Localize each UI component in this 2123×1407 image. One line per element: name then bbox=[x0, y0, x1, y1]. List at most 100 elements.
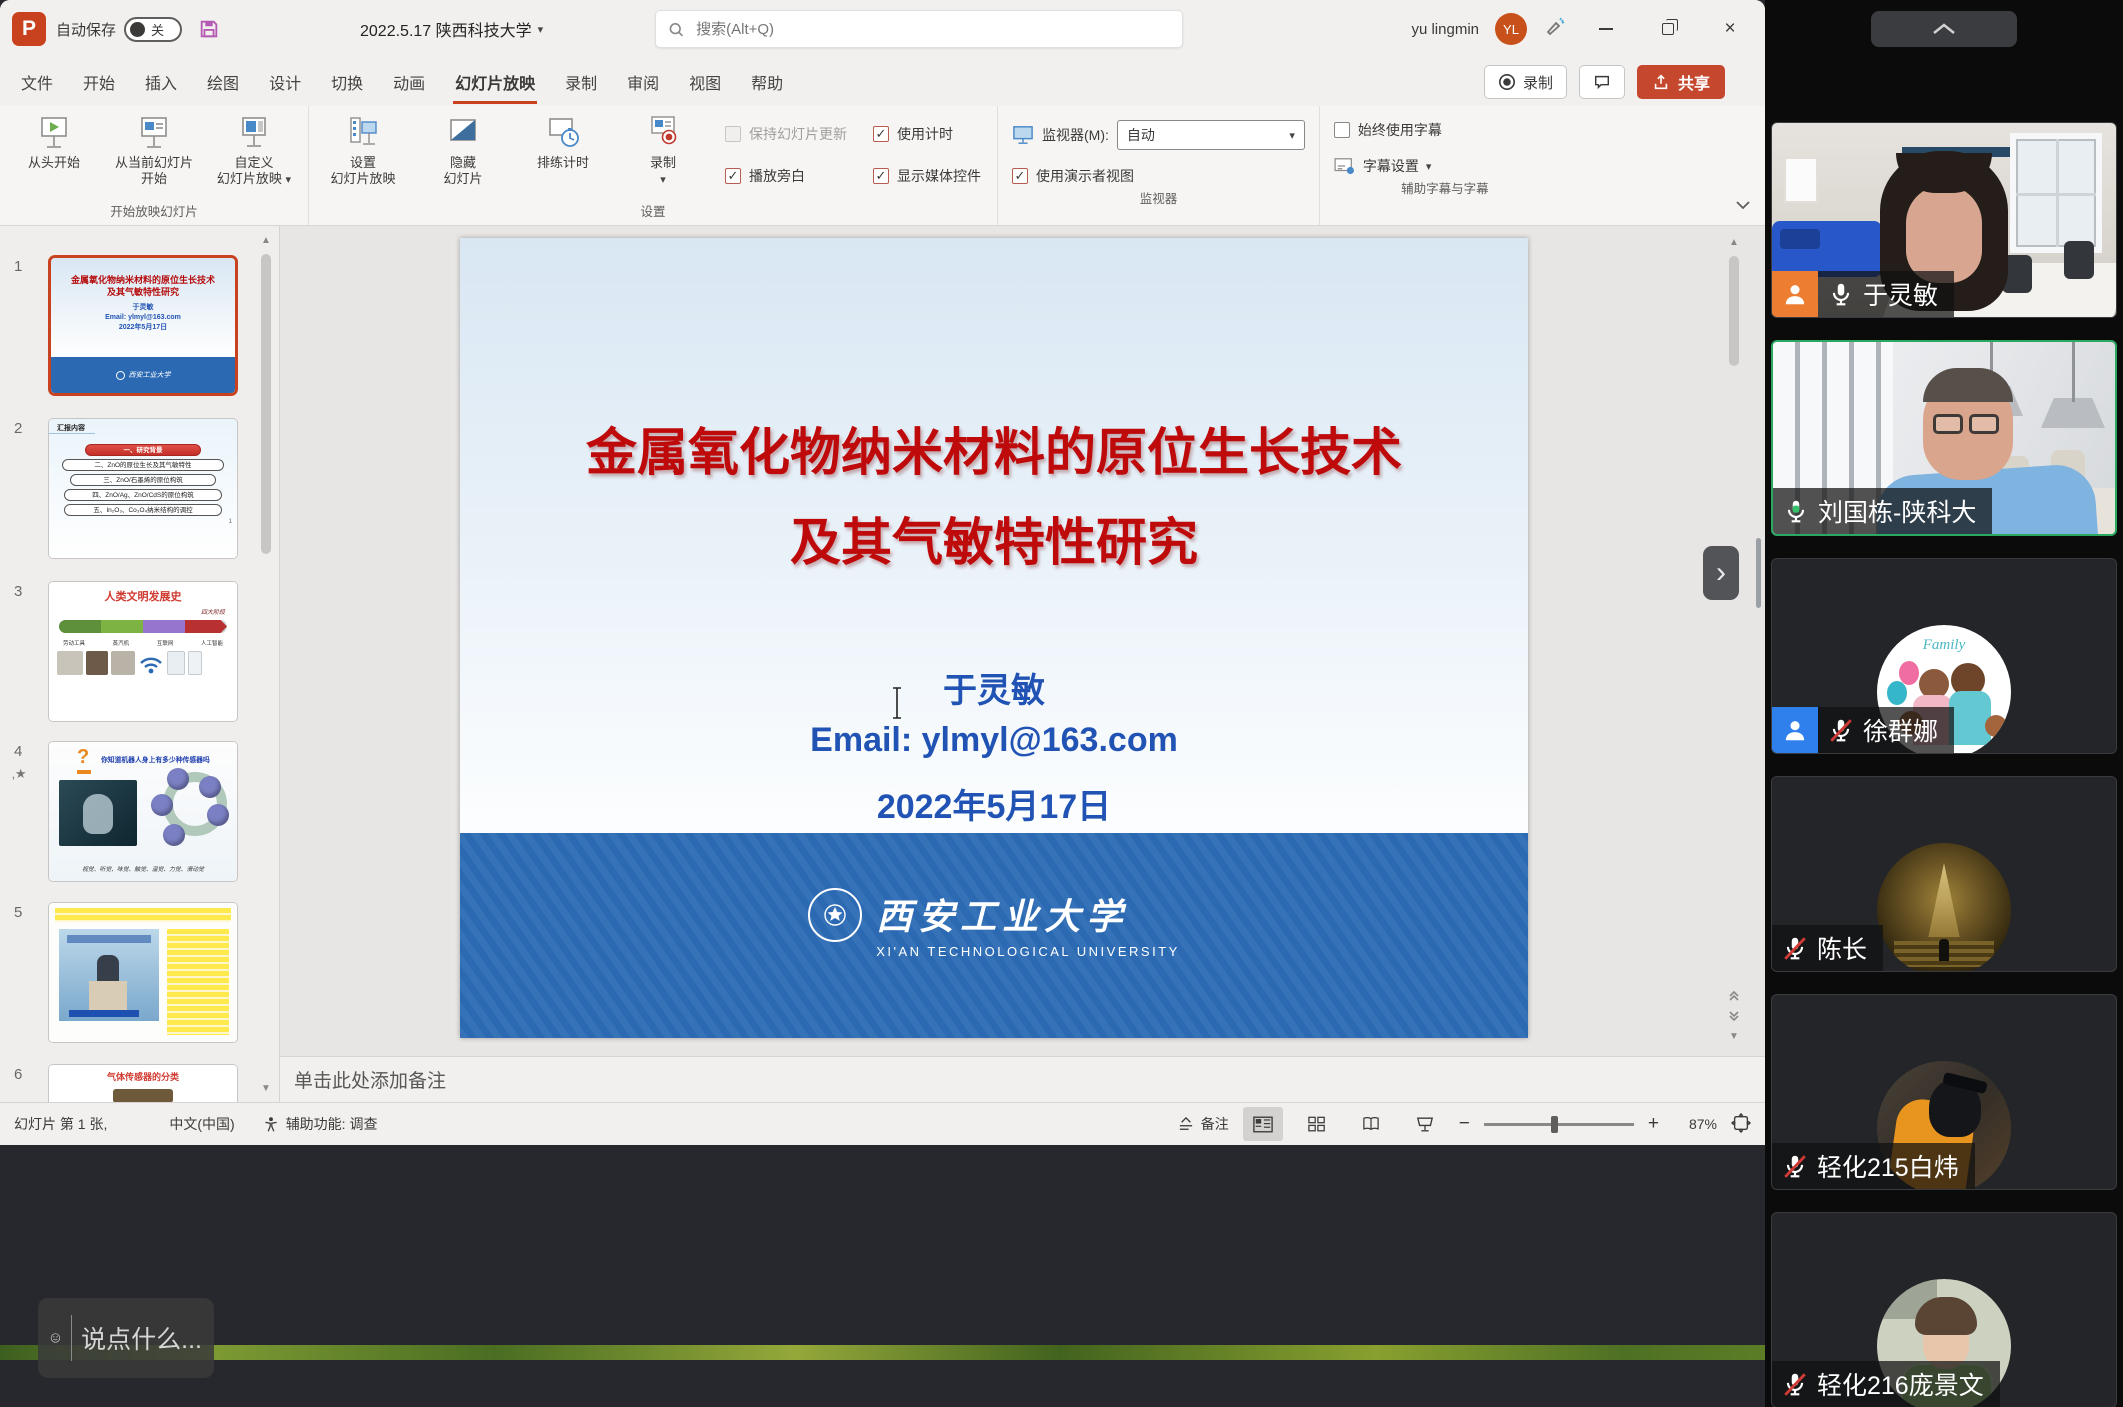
scroll-up-button[interactable]: ▲ bbox=[1725, 232, 1743, 252]
tab-file[interactable]: 文件 bbox=[6, 58, 68, 106]
tab-insert[interactable]: 插入 bbox=[130, 58, 192, 106]
panel-drag-handle[interactable] bbox=[1756, 538, 1761, 608]
tab-draw[interactable]: 绘图 bbox=[192, 58, 254, 106]
participant-tile-pangjingwen[interactable]: 轻化216庞景文 bbox=[1771, 1212, 2117, 1407]
tab-design[interactable]: 设计 bbox=[254, 58, 316, 106]
participant-tile-chenchang[interactable]: 陈长 bbox=[1771, 776, 2117, 972]
scrollbar-thumb[interactable] bbox=[261, 254, 271, 554]
thumbnail-slide-6[interactable]: 气体传感器的分类 bbox=[48, 1064, 238, 1102]
custom-slideshow-button[interactable]: 自定义幻灯片放映 ▾ bbox=[206, 110, 302, 188]
slideshow-view-button[interactable] bbox=[1405, 1107, 1445, 1141]
record-presentation-button[interactable]: 录制 bbox=[1484, 65, 1567, 99]
meeting-chat-toast[interactable]: 说点什么... bbox=[38, 1298, 214, 1378]
thumbnail-slide-2[interactable]: 汇报内容 一、研究背景 二、ZnO的原位生长及其气敏特性 三、ZnO/石墨烯的原… bbox=[48, 418, 238, 559]
always-use-captions-checkbox[interactable]: 始终使用字幕 bbox=[1334, 120, 1442, 140]
participant-tile-liuguodong[interactable]: 刘国栋-陕科大 bbox=[1771, 340, 2117, 536]
meeting-panel-expand-button[interactable]: › bbox=[1703, 546, 1739, 600]
tab-help[interactable]: 帮助 bbox=[736, 58, 798, 106]
editor-scrollbar[interactable]: ▲ ▼ bbox=[1725, 232, 1743, 1046]
participant-tile-xuqunna[interactable]: Family 徐群娜 bbox=[1771, 558, 2117, 754]
tab-slideshow[interactable]: 幻灯片放映 bbox=[440, 58, 550, 106]
thumbnail-scrollbar[interactable]: ▲ ▼ bbox=[257, 230, 275, 1098]
monitor-dropdown[interactable]: 自动 ▾ bbox=[1117, 120, 1305, 150]
play-narrations-checkbox[interactable]: ✓播放旁白 bbox=[725, 166, 847, 186]
slide-author[interactable]: 于灵敏 bbox=[460, 663, 1528, 712]
slide-title[interactable]: 金属氧化物纳米材料的原位生长技术及其气敏特性研究 bbox=[460, 408, 1528, 588]
participant-tile-baiwei[interactable]: 轻化215白炜 bbox=[1771, 994, 2117, 1190]
chat-input-placeholder[interactable]: 说点什么... bbox=[81, 1320, 202, 1356]
setup-show-icon bbox=[345, 114, 381, 152]
zoom-slider[interactable] bbox=[1484, 1123, 1634, 1126]
scroll-down-button[interactable]: ▼ bbox=[257, 1078, 275, 1098]
reading-view-button[interactable] bbox=[1351, 1107, 1391, 1141]
rehearse-timings-button[interactable]: 排练计时 bbox=[515, 110, 611, 171]
slide-email[interactable]: Email: ylmyl@163.com bbox=[460, 721, 1528, 760]
tab-record[interactable]: 录制 bbox=[550, 58, 612, 106]
slide-title-line2: 及其气敏特性研究 bbox=[790, 514, 1198, 571]
comments-button[interactable] bbox=[1579, 65, 1625, 99]
scroll-up-button[interactable]: ▲ bbox=[257, 230, 275, 250]
current-slide[interactable]: 金属氧化物纳米材料的原位生长技术及其气敏特性研究 于灵敏 Email: ylmy… bbox=[460, 238, 1528, 1038]
scroll-down-button[interactable]: ▼ bbox=[1725, 1026, 1743, 1046]
from-current-slide-button[interactable]: 从当前幻灯片开始 bbox=[106, 110, 202, 187]
search-box[interactable] bbox=[655, 10, 1183, 48]
fit-slide-button[interactable] bbox=[1731, 1113, 1751, 1136]
label-line2: 开始 bbox=[141, 171, 167, 186]
thumbnail-slide-3[interactable]: 人类文明发展史 四大阶段 劳动工具 蒸汽机 互联网 人工智能 bbox=[48, 581, 238, 722]
tab-view[interactable]: 视图 bbox=[674, 58, 736, 106]
share-button[interactable]: 共享 bbox=[1637, 65, 1725, 99]
keep-slides-updated-checkbox[interactable]: 保持幻灯片更新 bbox=[725, 124, 847, 144]
university-name-en: XI'AN TECHNOLOGICAL UNIVERSITY bbox=[876, 944, 1180, 959]
zoom-in-button[interactable]: + bbox=[1648, 1113, 1659, 1135]
search-input[interactable] bbox=[694, 20, 1170, 39]
hide-slide-button[interactable]: 隐藏幻灯片 bbox=[415, 110, 511, 187]
show-media-controls-checkbox[interactable]: ✓显示媒体控件 bbox=[873, 166, 981, 186]
use-timings-checkbox[interactable]: ✓使用计时 bbox=[873, 124, 981, 144]
mini-highlighted-text bbox=[55, 908, 231, 922]
participant-tile-yulingmin[interactable]: 于灵敏 bbox=[1771, 122, 2117, 318]
thumbnail-slide-4[interactable]: ? 你知道机器人身上有多少种传感器吗 视觉、听觉、味觉、触觉、温觉、力觉、滑动觉 bbox=[48, 741, 238, 882]
slide-sorter-view-button[interactable] bbox=[1297, 1107, 1337, 1141]
zoom-out-button[interactable]: − bbox=[1459, 1113, 1470, 1135]
scrollbar-thumb[interactable] bbox=[1729, 256, 1739, 366]
normal-view-button[interactable] bbox=[1243, 1107, 1283, 1141]
autosave-toggle[interactable]: 关 bbox=[124, 17, 182, 42]
tab-home[interactable]: 开始 bbox=[68, 58, 130, 106]
whats-new-button[interactable] bbox=[1543, 15, 1567, 44]
tab-transitions[interactable]: 切换 bbox=[316, 58, 378, 106]
close-button[interactable]: × bbox=[1707, 9, 1753, 49]
thumbnail-slide-5[interactable] bbox=[48, 902, 238, 1043]
slide-canvas[interactable]: 金属氧化物纳米材料的原位生长技术及其气敏特性研究 于灵敏 Email: ylmy… bbox=[280, 226, 1765, 1056]
tab-review[interactable]: 审阅 bbox=[612, 58, 674, 106]
zoom-level[interactable]: 87% bbox=[1673, 1116, 1717, 1132]
collapse-ribbon-button[interactable] bbox=[1735, 197, 1751, 215]
document-title[interactable]: 2022.5.17 陕西科技大学 ▾ bbox=[360, 17, 543, 41]
notes-toggle-button[interactable]: 备注 bbox=[1177, 1114, 1229, 1134]
button-label: 排练计时 bbox=[537, 155, 589, 171]
user-avatar[interactable]: YL bbox=[1495, 13, 1527, 45]
use-presenter-view-checkbox[interactable]: ✓使用演示者视图 bbox=[1012, 166, 1134, 186]
record-slideshow-button[interactable]: 录制▾ bbox=[615, 110, 711, 188]
slide-date[interactable]: 2022年5月17日 bbox=[460, 779, 1528, 828]
save-button[interactable] bbox=[192, 12, 226, 46]
mini-title: 金属氧化物纳米材料的原位生长技术及其气敏特性研究 bbox=[51, 258, 235, 298]
comment-icon bbox=[1593, 73, 1611, 91]
zoom-slider-handle[interactable] bbox=[1551, 1116, 1558, 1133]
restore-button[interactable] bbox=[1645, 9, 1691, 49]
powerpoint-window: P 自动保存 关 2022.5.17 陕西科技大学 ▾ yu lingmin bbox=[0, 0, 1765, 1145]
setup-slideshow-button[interactable]: 设置幻灯片放映 bbox=[315, 110, 411, 187]
thumbnail-5-content bbox=[49, 903, 237, 1042]
language-indicator[interactable]: 中文(中国) bbox=[169, 1114, 234, 1134]
panel-collapse-button[interactable] bbox=[1871, 11, 2017, 47]
thumbnail-slide-1[interactable]: 金属氧化物纳米材料的原位生长技术及其气敏特性研究 于灵敏Email: ylmyl… bbox=[48, 255, 238, 396]
next-slide-button[interactable] bbox=[1725, 1006, 1743, 1026]
caption-settings-button[interactable]: 字幕设置 ▾ bbox=[1334, 156, 1432, 176]
minimize-button[interactable] bbox=[1583, 9, 1629, 49]
tab-animations[interactable]: 动画 bbox=[378, 58, 440, 106]
previous-slide-button[interactable] bbox=[1725, 986, 1743, 1006]
thumbnail-3-content: 人类文明发展史 四大阶段 劳动工具 蒸汽机 互联网 人工智能 bbox=[49, 582, 237, 721]
from-beginning-button[interactable]: 从头开始 bbox=[6, 110, 102, 171]
notes-pane[interactable]: 单击此处添加备注 bbox=[280, 1056, 1765, 1102]
emoji-smiley-icon[interactable] bbox=[50, 1319, 61, 1357]
accessibility-status[interactable]: 辅助功能: 调查 bbox=[263, 1114, 378, 1134]
